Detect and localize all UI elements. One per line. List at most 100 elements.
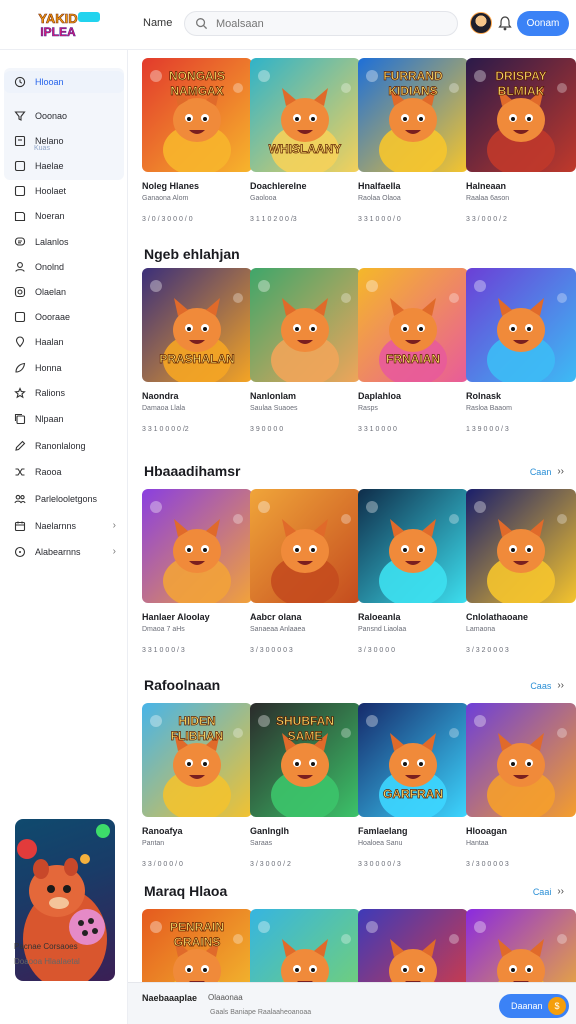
search-icon xyxy=(196,18,208,30)
game-art-title-word: PRASHALAN xyxy=(159,352,234,366)
game-thumbnail[interactable] xyxy=(250,489,360,603)
sidebar-item-17[interactable]: Naelarnns › xyxy=(4,515,124,537)
game-card[interactable]: Cnlolathaoane Lamaona 3 / 3 2 0 0 0 3 xyxy=(466,489,576,654)
game-title[interactable]: Cnlolathaoane xyxy=(466,612,576,622)
sidebar-item-11[interactable]: Honna xyxy=(4,357,124,379)
sidebar-item-7[interactable]: Onolnd xyxy=(4,256,124,278)
sidebar-item-2[interactable]: Nelano xyxy=(4,130,124,152)
game-card[interactable]: PRASHALAN PRASHALAN Naondra Damaoa Llala… xyxy=(142,268,252,433)
game-title[interactable]: Famlaelang xyxy=(358,826,468,836)
game-thumbnail[interactable]: NONGAISNAMGAX NONGAIS NAMGAX xyxy=(142,58,252,172)
bell-icon[interactable] xyxy=(498,15,512,31)
sidebar-item-1[interactable]: Ooonao xyxy=(4,105,124,127)
game-stats: 3 3 / 0 0 0 / 0 xyxy=(142,861,183,868)
sidebar-item-label: Parlelooletgons xyxy=(35,494,98,504)
see-all-link[interactable]: Caai ›› xyxy=(533,886,564,897)
game-card[interactable]: Hlooagan Hantaa 3 / 3 0 0 0 0 3 xyxy=(466,703,576,868)
game-card[interactable]: Hanlaer Aloolay Dmaoa 7 aHs 3 3 1 0 0 0 … xyxy=(142,489,252,654)
square-icon xyxy=(14,185,26,197)
game-thumbnail[interactable] xyxy=(466,703,576,817)
game-thumbnail[interactable] xyxy=(466,268,576,382)
sidebar-item-9[interactable]: Oooraae xyxy=(4,306,124,328)
game-artwork xyxy=(466,703,576,817)
sidebar-item-0[interactable]: Hlooan xyxy=(4,71,124,93)
game-title[interactable]: Daplahloa xyxy=(358,391,468,401)
game-thumbnail[interactable]: PRASHALAN PRASHALAN xyxy=(142,268,252,382)
chevron-right-icon: ›› xyxy=(557,466,564,477)
game-artwork xyxy=(250,489,360,603)
sidebar-item-15[interactable]: Raooa xyxy=(4,461,124,483)
game-thumbnail[interactable] xyxy=(142,489,252,603)
game-title[interactable]: Ganlnglh xyxy=(250,826,360,836)
game-title[interactable]: Noleg Hlanes xyxy=(142,181,252,191)
game-thumbnail[interactable] xyxy=(358,489,468,603)
avatar[interactable] xyxy=(470,12,492,34)
game-card[interactable]: GARFRAN GARFRAN Famlaelang Hoaloea Sanu … xyxy=(358,703,468,868)
sidebar-item-6[interactable]: Lalanlos xyxy=(4,231,124,253)
game-card[interactable]: FURRANDKIDIANS FURRAND KIDIANS Hnalfaell… xyxy=(358,58,468,223)
sidebar-item-16[interactable]: Parlelooletgons xyxy=(4,488,124,510)
game-card[interactable]: FRNAIAN FRNAIAN Daplahloa Rasps 3 3 1 0 … xyxy=(358,268,468,433)
game-artwork: FURRANDKIDIANS xyxy=(358,58,468,172)
sidebar-item-label: Nelano xyxy=(35,136,64,146)
game-thumbnail[interactable]: WHISLAANY WHISLAANY xyxy=(250,58,360,172)
shuffle-icon xyxy=(15,468,25,476)
game-title[interactable]: Rolnask xyxy=(466,391,576,401)
sidebar-item-13[interactable]: Nlpaan xyxy=(4,408,124,430)
game-card[interactable]: Aabcr olana Sanaeaa Anlaaea 3 / 3 0 0 0 … xyxy=(250,489,360,654)
game-title[interactable]: Aabcr olana xyxy=(250,612,360,622)
bottom-action-label: Daanan xyxy=(511,1001,543,1011)
game-title[interactable]: Nanlonlam xyxy=(250,391,360,401)
game-card[interactable]: Raloeanla Pansnd Liaolaa 3 / 3 0 0 0 0 xyxy=(358,489,468,654)
primary-cta-button[interactable]: Oonam xyxy=(517,11,569,36)
game-provider: Gaolooa xyxy=(250,195,277,202)
sidebar-item-14[interactable]: Ranonlalong xyxy=(4,435,124,457)
game-title[interactable]: Hnalfaella xyxy=(358,181,468,191)
app-logo[interactable]: YAKID IPLEA xyxy=(12,8,104,42)
game-title[interactable]: Doachlerelne xyxy=(250,181,360,191)
game-provider: Pansnd Liaolaa xyxy=(358,626,407,633)
sidebar-item-12[interactable]: Ralions xyxy=(4,382,124,404)
section-title: Hbaaadihamsr xyxy=(144,463,241,479)
nav-name-link[interactable]: Name xyxy=(143,17,172,29)
bottom-action-button[interactable]: Daanan $ xyxy=(499,994,569,1018)
game-title[interactable]: Naondra xyxy=(142,391,252,401)
sidebar-item-3[interactable]: Haelae xyxy=(4,155,124,177)
sidebar-item-4[interactable]: Hoolaet xyxy=(4,180,124,202)
game-thumbnail[interactable]: HIDENFLIBHAN HIDEN FLIBHAN xyxy=(142,703,252,817)
sidebar-item-8[interactable]: Olaelan xyxy=(4,281,124,303)
see-all-link[interactable]: Caan ›› xyxy=(530,466,564,477)
game-thumbnail[interactable]: GARFRAN GARFRAN xyxy=(358,703,468,817)
game-card[interactable]: Rolnask Rasloa Baaom 1 3 9 0 0 0 / 3 xyxy=(466,268,576,433)
game-art-title-word: BLMIAK xyxy=(498,84,545,98)
sidebar-item-18[interactable]: Alabearnns › xyxy=(4,541,124,563)
game-stats: 3 / 3 0 0 0 0 3 xyxy=(466,861,509,868)
see-all-link[interactable]: Caas ›› xyxy=(530,680,564,691)
game-art-title-word: GRAINS xyxy=(174,935,221,949)
game-card[interactable]: NONGAISNAMGAX NONGAIS NAMGAX Noleg Hlane… xyxy=(142,58,252,223)
game-thumbnail[interactable]: DRISPAYBLMIAK DRISPAY BLMIAK xyxy=(466,58,576,172)
game-title[interactable]: Raloeanla xyxy=(358,612,468,622)
game-card[interactable]: DRISPAYBLMIAK DRISPAY BLMIAK Halneaan Ra… xyxy=(466,58,576,223)
game-thumbnail[interactable]: FURRANDKIDIANS FURRAND KIDIANS xyxy=(358,58,468,172)
game-card[interactable]: SHUBFANSAME SHUBFAN SAME Ganlnglh Saraas… xyxy=(250,703,360,868)
search-bar[interactable] xyxy=(184,11,458,36)
game-art-title-word: DRISPAY xyxy=(495,69,546,83)
game-title[interactable]: Hanlaer Aloolay xyxy=(142,612,252,622)
search-input[interactable] xyxy=(216,17,436,30)
sidebar-item-5[interactable]: Noeran xyxy=(4,205,124,227)
sidebar-item-10[interactable]: Haalan xyxy=(4,331,124,353)
game-title[interactable]: Halneaan xyxy=(466,181,576,191)
game-title[interactable]: Ranoafya xyxy=(142,826,252,836)
game-card[interactable]: HIDENFLIBHAN HIDEN FLIBHAN Ranoafya Pant… xyxy=(142,703,252,868)
game-thumbnail[interactable]: FRNAIAN FRNAIAN xyxy=(358,268,468,382)
game-card[interactable]: Nanlonlam Saulaa Suaoes 3 9 0 0 0 0 xyxy=(250,268,360,433)
game-stats: 3 / 3 0 0 0 0 3 xyxy=(250,647,293,654)
game-thumbnail[interactable] xyxy=(466,489,576,603)
game-stats: 3 / 3 2 0 0 0 3 xyxy=(466,647,509,654)
game-artwork: GARFRAN xyxy=(358,703,468,817)
game-thumbnail[interactable]: SHUBFANSAME SHUBFAN SAME xyxy=(250,703,360,817)
game-card[interactable]: WHISLAANY WHISLAANY Doachlerelne Gaolooa… xyxy=(250,58,360,223)
game-title[interactable]: Hlooagan xyxy=(466,826,576,836)
game-thumbnail[interactable] xyxy=(250,268,360,382)
